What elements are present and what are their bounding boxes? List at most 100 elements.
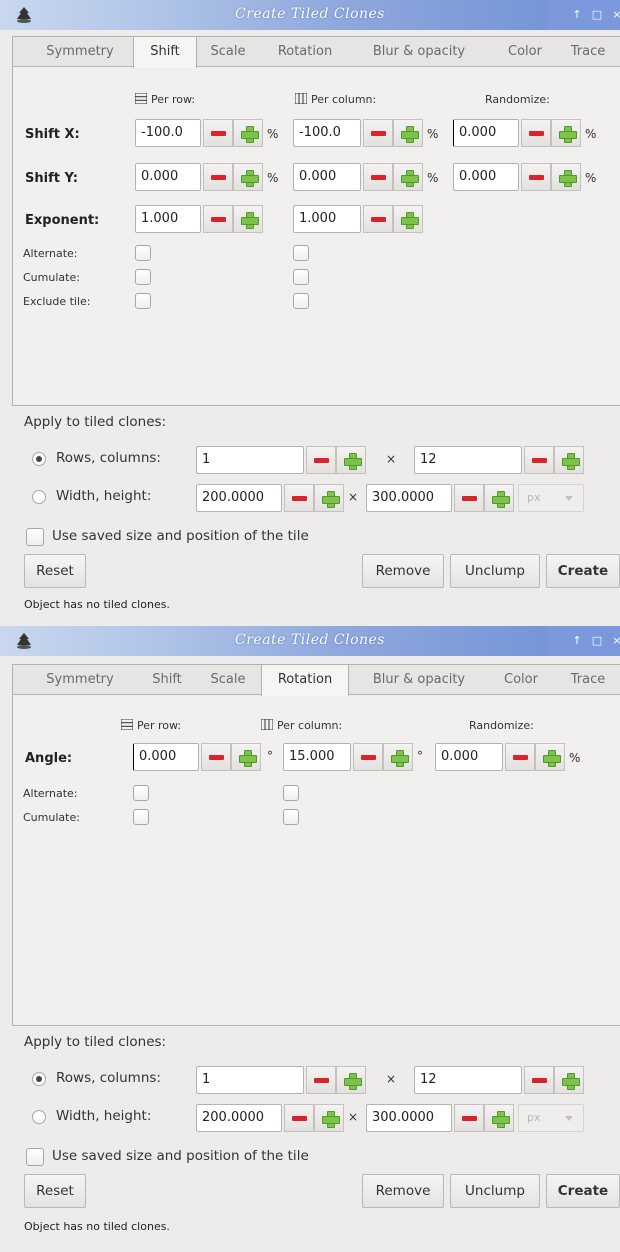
width-plus-button[interactable]	[314, 484, 344, 512]
create-button[interactable]: Create	[546, 554, 620, 588]
shift-y-per-row-input[interactable]: 0.000	[135, 163, 201, 191]
height-plus-button[interactable]	[484, 484, 514, 512]
shift-y-randomize-input[interactable]: 0.000	[453, 163, 519, 191]
shift-x-randomize-input[interactable]: 0.000	[453, 119, 519, 147]
angle-per-row-plus-button[interactable]	[231, 743, 261, 771]
tab-blur-opacity[interactable]: Blur & opacity	[353, 665, 485, 695]
shift-y-per-column-input[interactable]: 0.000	[293, 163, 361, 191]
tab-scale[interactable]: Scale	[199, 665, 257, 695]
tab-color[interactable]: Color	[495, 37, 555, 67]
cumulate-per-row-checkbox[interactable]	[133, 809, 149, 825]
maximize-icon[interactable]: □	[590, 634, 604, 648]
tab-shift[interactable]: Shift	[133, 37, 197, 68]
use-saved-size-checkbox[interactable]	[26, 1148, 44, 1166]
reset-button[interactable]: Reset	[24, 554, 86, 588]
tab-blur-opacity[interactable]: Blur & opacity	[353, 37, 485, 67]
close-icon[interactable]: ×	[610, 8, 620, 22]
columns-minus-button[interactable]	[524, 446, 554, 474]
shift-y-per-row-plus-button[interactable]	[233, 163, 263, 191]
columns-plus-button[interactable]	[554, 1066, 584, 1094]
rows-input[interactable]: 1	[196, 446, 304, 474]
rows-plus-button[interactable]	[336, 1066, 366, 1094]
shift-x-per-column-input[interactable]: -100.0	[293, 119, 361, 147]
tab-symmetry[interactable]: Symmetry	[27, 665, 133, 695]
tab-scale[interactable]: Scale	[199, 37, 257, 67]
height-input[interactable]: 300.0000	[366, 484, 452, 512]
width-input[interactable]: 200.0000	[196, 484, 282, 512]
columns-input[interactable]: 12	[414, 446, 522, 474]
tab-trace[interactable]: Trace	[559, 665, 617, 695]
width-minus-button[interactable]	[284, 484, 314, 512]
columns-plus-button[interactable]	[554, 446, 584, 474]
width-input[interactable]: 200.0000	[196, 1104, 282, 1132]
exponent-per-column-plus-button[interactable]	[393, 205, 423, 233]
angle-per-row-minus-button[interactable]	[201, 743, 231, 771]
tab-symmetry[interactable]: Symmetry	[27, 37, 133, 67]
remove-button[interactable]: Remove	[362, 554, 444, 588]
tab-rotation[interactable]: Rotation	[265, 37, 345, 67]
tab-trace[interactable]: Trace	[559, 37, 617, 67]
unclump-button[interactable]: Unclump	[450, 1174, 540, 1208]
rows-minus-button[interactable]	[306, 446, 336, 474]
alternate-per-column-checkbox[interactable]	[283, 785, 299, 801]
height-minus-button[interactable]	[454, 484, 484, 512]
unit-dropdown[interactable]: px	[518, 1104, 584, 1132]
exclude-tile-per-row-checkbox[interactable]	[135, 293, 151, 309]
cumulate-per-column-checkbox[interactable]	[283, 809, 299, 825]
shift-x-randomize-plus-button[interactable]	[551, 119, 581, 147]
unclump-button[interactable]: Unclump	[450, 554, 540, 588]
angle-randomize-minus-button[interactable]	[505, 743, 535, 771]
exclude-tile-per-column-checkbox[interactable]	[293, 293, 309, 309]
width-height-radio[interactable]	[32, 1110, 46, 1124]
shift-x-per-row-minus-button[interactable]	[203, 119, 233, 147]
shift-x-per-row-plus-button[interactable]	[233, 119, 263, 147]
angle-per-column-input[interactable]: 15.000	[283, 743, 351, 771]
tab-shift[interactable]: Shift	[137, 665, 197, 695]
exponent-per-column-input[interactable]: 1.000	[293, 205, 361, 233]
shift-x-randomize-minus-button[interactable]	[521, 119, 551, 147]
alternate-per-column-checkbox[interactable]	[293, 245, 309, 261]
use-saved-size-checkbox[interactable]	[26, 528, 44, 546]
height-input[interactable]: 300.0000	[366, 1104, 452, 1132]
rows-plus-button[interactable]	[336, 446, 366, 474]
angle-per-column-plus-button[interactable]	[383, 743, 413, 771]
rows-columns-radio[interactable]	[32, 1072, 46, 1086]
width-minus-button[interactable]	[284, 1104, 314, 1132]
rows-input[interactable]: 1	[196, 1066, 304, 1094]
shift-y-per-column-plus-button[interactable]	[393, 163, 423, 191]
shift-x-per-column-plus-button[interactable]	[393, 119, 423, 147]
exponent-per-column-minus-button[interactable]	[363, 205, 393, 233]
alternate-per-row-checkbox[interactable]	[135, 245, 151, 261]
alternate-per-row-checkbox[interactable]	[133, 785, 149, 801]
exponent-per-row-minus-button[interactable]	[203, 205, 233, 233]
width-height-radio[interactable]	[32, 490, 46, 504]
unit-dropdown[interactable]: px	[518, 484, 584, 512]
tab-rotation[interactable]: Rotation	[261, 665, 349, 696]
maximize-icon[interactable]: □	[590, 8, 604, 22]
angle-per-row-input[interactable]: 0.000	[133, 743, 199, 771]
height-minus-button[interactable]	[454, 1104, 484, 1132]
rows-columns-radio[interactable]	[32, 452, 46, 466]
columns-input[interactable]: 12	[414, 1066, 522, 1094]
create-button[interactable]: Create	[546, 1174, 620, 1208]
cumulate-per-column-checkbox[interactable]	[293, 269, 309, 285]
exponent-per-row-plus-button[interactable]	[233, 205, 263, 233]
arrow-up-icon[interactable]: ↑	[570, 634, 584, 648]
shift-y-per-row-minus-button[interactable]	[203, 163, 233, 191]
arrow-up-icon[interactable]: ↑	[570, 8, 584, 22]
height-plus-button[interactable]	[484, 1104, 514, 1132]
rows-minus-button[interactable]	[306, 1066, 336, 1094]
shift-x-per-column-minus-button[interactable]	[363, 119, 393, 147]
exponent-per-row-input[interactable]: 1.000	[135, 205, 201, 233]
columns-minus-button[interactable]	[524, 1066, 554, 1094]
close-icon[interactable]: ×	[610, 634, 620, 648]
shift-y-randomize-plus-button[interactable]	[551, 163, 581, 191]
remove-button[interactable]: Remove	[362, 1174, 444, 1208]
shift-y-randomize-minus-button[interactable]	[521, 163, 551, 191]
angle-randomize-input[interactable]: 0.000	[435, 743, 503, 771]
angle-per-column-minus-button[interactable]	[353, 743, 383, 771]
shift-x-per-row-input[interactable]: -100.0	[135, 119, 201, 147]
reset-button[interactable]: Reset	[24, 1174, 86, 1208]
width-plus-button[interactable]	[314, 1104, 344, 1132]
shift-y-per-column-minus-button[interactable]	[363, 163, 393, 191]
